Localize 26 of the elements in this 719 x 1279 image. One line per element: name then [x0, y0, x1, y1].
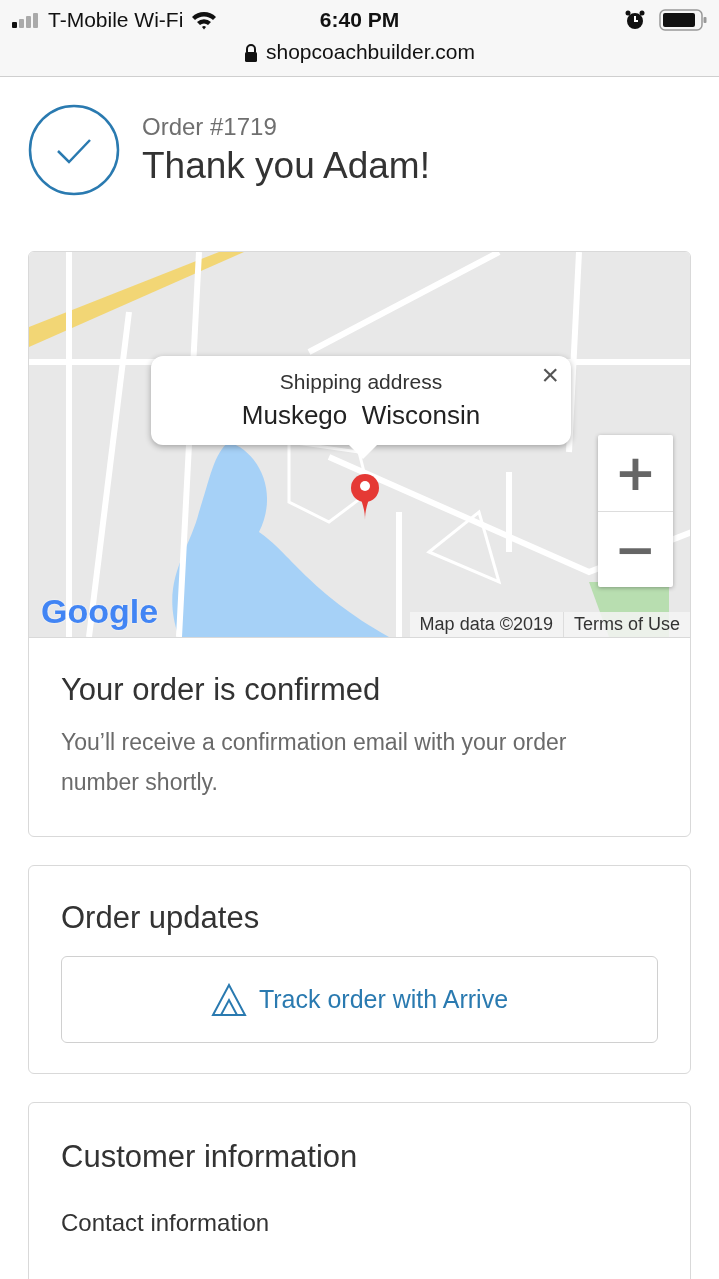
updates-title: Order updates	[61, 900, 261, 936]
arrive-logo-icon	[210, 982, 247, 1017]
terms-link[interactable]: Terms of Use	[562, 612, 690, 637]
zoom-in-button[interactable]: +	[598, 435, 673, 511]
zoom-out-button[interactable]: −	[598, 511, 673, 587]
close-button[interactable]: ×	[537, 358, 563, 392]
shipping-address: Muskego Wisconsin	[241, 400, 481, 431]
popup-title: Shipping address	[279, 370, 443, 394]
carrier-name: T-Mobile Wi-Fi	[48, 8, 184, 32]
alarm-icon	[625, 10, 645, 30]
battery-icon	[659, 9, 707, 31]
customer-title: Customer information	[61, 1139, 359, 1175]
confirmation-title: Your order is confirmed	[61, 672, 382, 708]
map-attribution: Map data ©2019	[418, 613, 554, 636]
clock-time: 6:40 PM	[318, 8, 401, 32]
contact-heading: Contact information	[61, 1209, 271, 1237]
checkmark-icon	[28, 104, 120, 196]
thank-you-heading: Thank you Adam!	[142, 145, 430, 187]
order-number: Order #1719	[142, 113, 278, 141]
wifi-icon	[191, 10, 218, 30]
page-url[interactable]: shopcoachbuilder.com	[266, 40, 475, 64]
confirmation-text: You’ll receive a confirmation email with your order number shortly.	[61, 728, 568, 797]
signal-icon	[12, 12, 40, 28]
track-order-button[interactable]: Track order with Arrive	[61, 956, 658, 1043]
map-logo: Google	[41, 592, 159, 631]
lock-icon	[244, 44, 258, 62]
